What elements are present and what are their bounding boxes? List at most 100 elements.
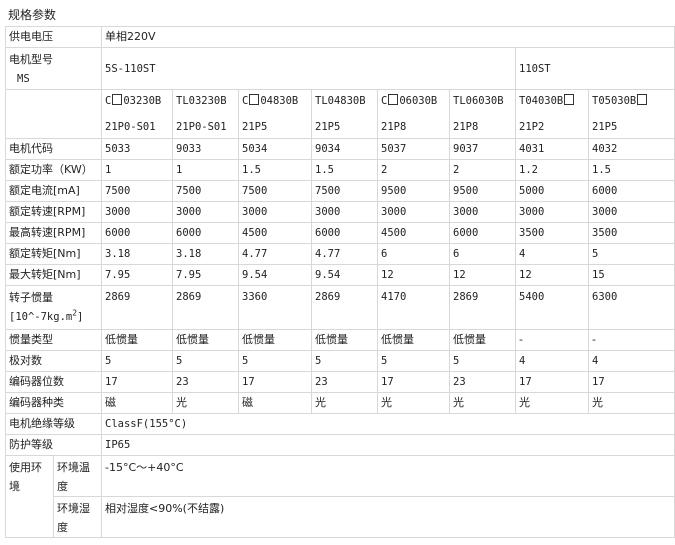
cell: 1.5 (587, 159, 675, 181)
cell: 7500 (238, 180, 312, 202)
model-col-6: TL06030B 21P8 (449, 89, 516, 139)
cell: 5 (587, 243, 675, 265)
row-voltage: 供电电压 单相220V (5, 26, 675, 48)
cell: 光 (311, 392, 378, 414)
cell: 6 (449, 243, 516, 265)
row-rated-speed: 额定转速[RPM] 3000 3000 3000 3000 3000 3000 … (5, 201, 675, 223)
label-rated-torque: 额定转矩[Nm] (5, 243, 102, 265)
cell: 6000 (449, 222, 516, 244)
row-max-speed: 最高转速[RPM] 6000 6000 4500 6000 4500 6000 … (5, 222, 675, 244)
series-a: 5S-110ST (101, 47, 516, 90)
cell: 17 (587, 371, 675, 393)
cell: 低惯量 (101, 329, 173, 351)
cell: 磁 (101, 392, 173, 414)
cell: 17 (515, 371, 589, 393)
placeholder-box-icon (388, 94, 399, 105)
cell: 5 (377, 350, 450, 372)
cell: - (515, 329, 589, 351)
row-insulation: 电机绝缘等级 ClassF(155°C) (5, 413, 675, 435)
label-inertia-unit: [10^-7kg.m2] (9, 309, 84, 323)
label-power: 额定功率（KW） (5, 159, 102, 181)
cell: 23 (449, 371, 516, 393)
cell: 低惯量 (172, 329, 239, 351)
model-col-3: C 04830B 21P5 (238, 89, 312, 139)
label-code: 电机代码 (5, 138, 102, 160)
label-inertia-type: 惯量类型 (5, 329, 102, 351)
cell: 3000 (311, 201, 378, 223)
cell: 低惯量 (238, 329, 312, 351)
label-rated-speed: 额定转速[RPM] (5, 201, 102, 223)
cell: 9.54 (311, 264, 378, 286)
row-code: 电机代码 5033 9033 5034 9034 5037 9037 4031 … (5, 138, 675, 160)
cell: 光 (449, 392, 516, 414)
cell: 低惯量 (311, 329, 378, 351)
cell: 5037 (377, 138, 450, 160)
cell: 4 (587, 350, 675, 372)
model-line2: 21P5 (315, 121, 341, 133)
cell: 15 (587, 264, 675, 286)
cell: 3000 (172, 201, 239, 223)
cell: 7500 (172, 180, 239, 202)
cell: 7.95 (101, 264, 173, 286)
cell: 9033 (172, 138, 239, 160)
row-model: 电机型号 MS 5S-110ST 110ST (5, 47, 675, 90)
cell: 9034 (311, 138, 378, 160)
label-model-numbers (5, 89, 102, 139)
cell: 2 (449, 159, 516, 181)
model-prefix: C (381, 95, 388, 107)
model-line1: TL03230B (176, 95, 227, 107)
cell: 6000 (101, 222, 173, 244)
cell: 光 (515, 392, 589, 414)
model-line2: 21P2 (519, 121, 545, 133)
model-line1: TL04830B (315, 95, 366, 107)
model-col-5: C 06030B 21P8 (377, 89, 450, 139)
cell: 6300 (587, 285, 675, 330)
cell: 4170 (377, 285, 450, 330)
label-insulation: 电机绝缘等级 (5, 413, 102, 435)
label-inertia: 转子惯量 [10^-7kg.m2] (5, 285, 102, 330)
cell: 4500 (377, 222, 450, 244)
cell: 5000 (515, 180, 589, 202)
cell: 1 (101, 159, 173, 181)
row-encoder-type: 编码器种类 磁 光 磁 光 光 光 光 光 (5, 392, 675, 414)
cell: 低惯量 (377, 329, 450, 351)
cell: 3000 (515, 201, 589, 223)
label-model-sub: MS (17, 73, 30, 85)
label-environment: 使用环境 (5, 455, 54, 538)
cell: 6000 (311, 222, 378, 244)
cell: 3000 (449, 201, 516, 223)
row-inertia-type: 惯量类型 低惯量 低惯量 低惯量 低惯量 低惯量 低惯量 - - (5, 329, 675, 351)
label-encoder-type: 编码器种类 (5, 392, 102, 414)
model-line2: 21P0-S01 (176, 121, 227, 133)
model-prefix: C (242, 95, 249, 107)
cell: 4 (515, 350, 589, 372)
model-col-1: C 03230B 21P0-S01 (101, 89, 173, 139)
model-line2: 21P5 (592, 121, 618, 133)
placeholder-box-icon (249, 94, 260, 105)
cell: 3.18 (172, 243, 239, 265)
value-insulation: ClassF(155°C) (100, 413, 675, 435)
cell: 17 (101, 371, 173, 393)
row-inertia: 转子惯量 [10^-7kg.m2] 2869 2869 3360 2869 41… (5, 285, 675, 330)
cell: 光 (587, 392, 675, 414)
cell: 2869 (101, 285, 173, 330)
cell: 2 (377, 159, 450, 181)
label-env-temp: 环境温度 (53, 455, 102, 497)
cell: 1.2 (515, 159, 589, 181)
cell: 4032 (587, 138, 675, 160)
cell: 5 (238, 350, 312, 372)
unit-suffix: ] (77, 311, 84, 323)
label-poles: 极对数 (5, 350, 102, 372)
cell: 磁 (238, 392, 312, 414)
cell: 1.5 (238, 159, 312, 181)
cell: 低惯量 (449, 329, 516, 351)
label-encoder-bits: 编码器位数 (5, 371, 102, 393)
model-col-2: TL03230B 21P0-S01 (172, 89, 239, 139)
cell: 3500 (587, 222, 675, 244)
cell: 6000 (587, 180, 675, 202)
row-rated-torque: 额定转矩[Nm] 3.18 3.18 4.77 4.77 6 6 4 5 (5, 243, 675, 265)
model-prefix: C (105, 95, 112, 107)
row-poles: 极对数 5 5 5 5 5 5 4 4 (5, 350, 675, 372)
row-max-torque: 最大转矩[Nm] 7.95 7.95 9.54 9.54 12 12 12 15 (5, 264, 675, 286)
cell: 4.77 (311, 243, 378, 265)
